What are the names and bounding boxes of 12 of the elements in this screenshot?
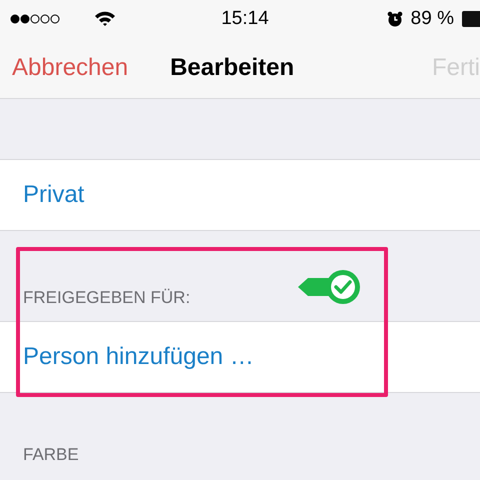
- wifi-icon: [94, 11, 116, 27]
- status-time: 15:14: [221, 8, 269, 30]
- list-item[interactable]: Person hinzufügen …: [0, 322, 480, 392]
- battery-icon: [462, 11, 480, 27]
- list-item[interactable]: Privat: [0, 160, 480, 230]
- battery-percent: 89 %: [410, 8, 454, 30]
- nav-title: Bearbeiten: [170, 54, 294, 82]
- section-header: FARBE: [23, 445, 79, 465]
- signal-icon: [10, 13, 62, 25]
- section-header: FREIGEGEBEN FÜR:: [23, 288, 190, 308]
- alarm-clock-icon: [386, 11, 403, 27]
- cancel-button[interactable]: Abbrechen: [12, 54, 128, 82]
